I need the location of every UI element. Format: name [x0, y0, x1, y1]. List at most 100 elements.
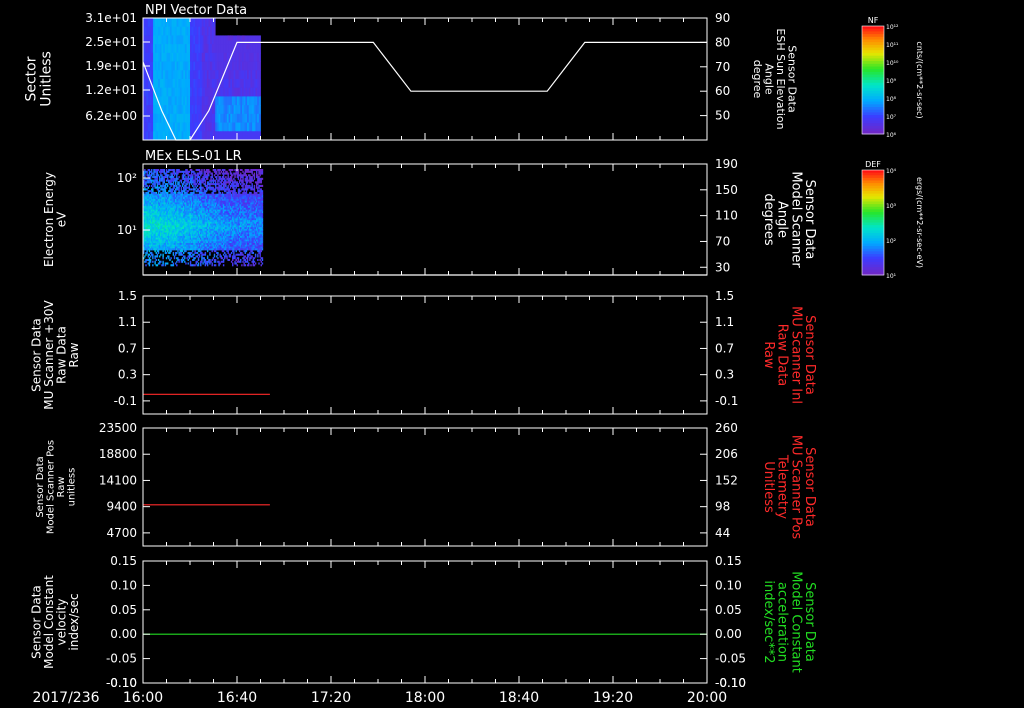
heat-cell: [218, 179, 220, 182]
y-axis-title-right-line: degree: [751, 60, 764, 99]
heat-cell: [256, 191, 258, 194]
heat-cell: [145, 183, 147, 186]
heat-cell: [192, 174, 194, 177]
heat-cell: [229, 186, 232, 189]
heat-cell: [230, 177, 233, 180]
heat-cell: [144, 169, 146, 172]
heat-cell: [245, 191, 248, 194]
heat-cell: [217, 181, 219, 184]
heat-cell: [208, 181, 210, 184]
heat-cell: [244, 172, 247, 175]
heat-cell: [228, 183, 231, 186]
heat-cell: [197, 174, 200, 177]
heat-cell: [261, 200, 264, 203]
heat-cell: [184, 190, 186, 193]
heat-cell: [156, 177, 159, 180]
heat-cell: [177, 172, 179, 175]
heat-cell: [146, 184, 148, 187]
heat-cell: [256, 172, 258, 175]
heat-cell: [238, 188, 241, 191]
heat-cell: [242, 186, 244, 189]
heat-cell: [204, 181, 207, 184]
heat-cell: [170, 181, 172, 184]
heat-cell: [260, 179, 263, 182]
heat-cell: [253, 188, 256, 191]
heat-cell: [230, 172, 233, 175]
heat-cell: [165, 169, 168, 172]
heat-cell: [185, 176, 187, 179]
heat-cell: [162, 183, 164, 186]
heat-cell: [253, 172, 256, 175]
heat-cell: [208, 172, 210, 175]
heat-cell: [152, 188, 154, 191]
heat-cell: [161, 186, 163, 189]
heat-cell: [174, 181, 177, 184]
heat-cell: [261, 216, 264, 219]
heat-cell: [220, 170, 223, 173]
heat-cell: [261, 223, 264, 226]
heat-cell: [225, 190, 227, 193]
heat-cell: [156, 176, 159, 179]
heat-cell: [210, 177, 212, 180]
heat-cell: [241, 35, 245, 41]
instrument-summary-plot: NPI Vector Data3.1e+012.5e+011.9e+011.2e…: [24, 3, 925, 706]
heat-cell: [242, 170, 244, 173]
heat-cell: [173, 186, 176, 189]
heat-cell: [181, 191, 184, 194]
heat-cell: [219, 191, 221, 194]
panel-2: MEx ELS-01 LR10²10¹1901501107030Electron…: [42, 149, 817, 276]
heat-cell: [178, 181, 180, 184]
y-tick-label: 1.9e+01: [85, 59, 137, 73]
heat-cell: [251, 177, 253, 180]
y-axis-title-right: Sensor DataESH Sun ElevationAngledegree: [751, 28, 799, 129]
heat-cell: [188, 186, 191, 189]
heat-cell: [261, 218, 264, 221]
heat-cell: [176, 176, 178, 179]
heat-cell: [237, 184, 240, 187]
heat-cell: [176, 184, 178, 187]
heat-cell: [149, 177, 152, 180]
heat-cell: [204, 172, 207, 175]
heat-cell: [261, 204, 264, 207]
heat-cell: [184, 181, 186, 184]
heat-cell: [194, 172, 196, 175]
heat-cell: [225, 183, 227, 186]
heat-cell: [202, 181, 204, 184]
heat-cell: [261, 230, 264, 233]
heat-cell: [261, 237, 264, 240]
heat-cell: [200, 184, 202, 187]
heat-cell: [206, 184, 209, 187]
heat-cell: [237, 177, 240, 180]
heat-cell: [228, 188, 231, 191]
heat-cell: [258, 113, 261, 123]
heat-cell: [225, 184, 227, 187]
heat-cell: [180, 186, 183, 189]
heat-cell: [261, 220, 264, 223]
heat-cell: [234, 188, 236, 191]
y-tick-label: 3.1e+01: [85, 11, 137, 25]
heat-cell: [213, 174, 216, 177]
heat-cell: [188, 183, 191, 186]
heat-cell: [156, 184, 159, 187]
heat-cell: [251, 186, 253, 189]
heat-cell: [229, 170, 232, 173]
heat-cell: [250, 191, 252, 194]
heat-cell: [168, 170, 170, 173]
panel-1: NPI Vector Data3.1e+012.5e+011.9e+011.2e…: [24, 3, 799, 141]
heat-cell: [261, 169, 264, 172]
heat-cell: [257, 183, 259, 186]
y-axis-title-line: Unitless: [38, 51, 54, 107]
heat-cell: [148, 169, 151, 172]
heat-cell: [229, 181, 232, 184]
heat-cell: [178, 186, 180, 189]
heat-cell: [251, 183, 253, 186]
heat-cell: [214, 169, 217, 172]
heat-cell: [246, 181, 249, 184]
heat-cell: [258, 96, 261, 106]
heat-cell: [194, 179, 196, 182]
heat-cell: [208, 169, 210, 172]
heat-cell: [245, 174, 248, 177]
heat-cell: [261, 191, 264, 194]
heat-cell: [200, 174, 202, 177]
heat-cell: [261, 207, 264, 210]
